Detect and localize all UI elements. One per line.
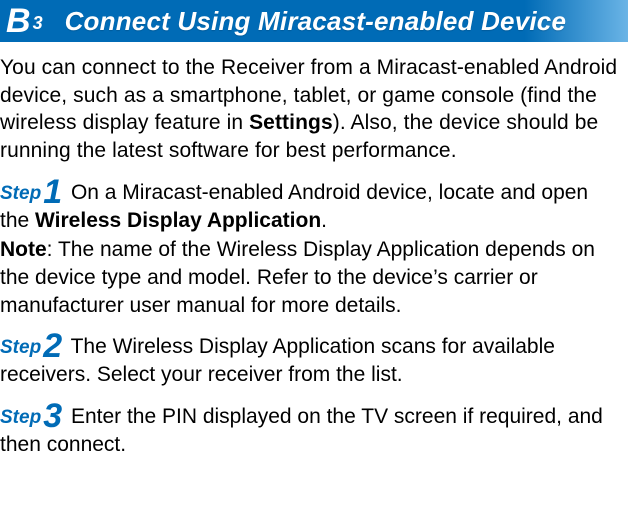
badge-letter: B <box>6 4 31 38</box>
badge-superscript: 3 <box>33 14 43 32</box>
step-text: The Wireless Display Application scans f… <box>0 335 555 386</box>
step-text: On a Miracast-enabled Android device, lo… <box>0 181 588 232</box>
step-label: Step <box>0 407 41 428</box>
step-text-post: . <box>321 209 327 232</box>
steps-list: Step1 On a Miracast-enabled Android devi… <box>0 179 628 458</box>
section-header: B3 Connect Using Miracast-enabled Device <box>0 0 628 42</box>
step-text-pre: The Wireless Display Application scans f… <box>0 335 555 386</box>
step-text-pre: Enter the PIN displayed on the TV screen… <box>0 405 603 456</box>
note-text: : The name of the Wireless Display Appli… <box>0 238 595 316</box>
step-note: Note: The name of the Wireless Display A… <box>0 236 622 319</box>
step-text: Enter the PIN displayed on the TV screen… <box>0 405 603 456</box>
section-title: Connect Using Miracast-enabled Device <box>53 0 628 42</box>
step-text-bold: Wireless Display Application <box>35 209 321 232</box>
intro-paragraph: You can connect to the Receiver from a M… <box>0 52 628 165</box>
section-badge: B3 <box>0 0 53 42</box>
step-2: Step2 The Wireless Display Application s… <box>0 333 628 388</box>
step-3: Step3 Enter the PIN displayed on the TV … <box>0 403 628 458</box>
step-1: Step1 On a Miracast-enabled Android devi… <box>0 179 628 320</box>
step-label: Step <box>0 183 41 204</box>
intro-text-bold: Settings <box>249 111 333 134</box>
note-label: Note <box>0 238 47 261</box>
step-label: Step <box>0 337 41 358</box>
